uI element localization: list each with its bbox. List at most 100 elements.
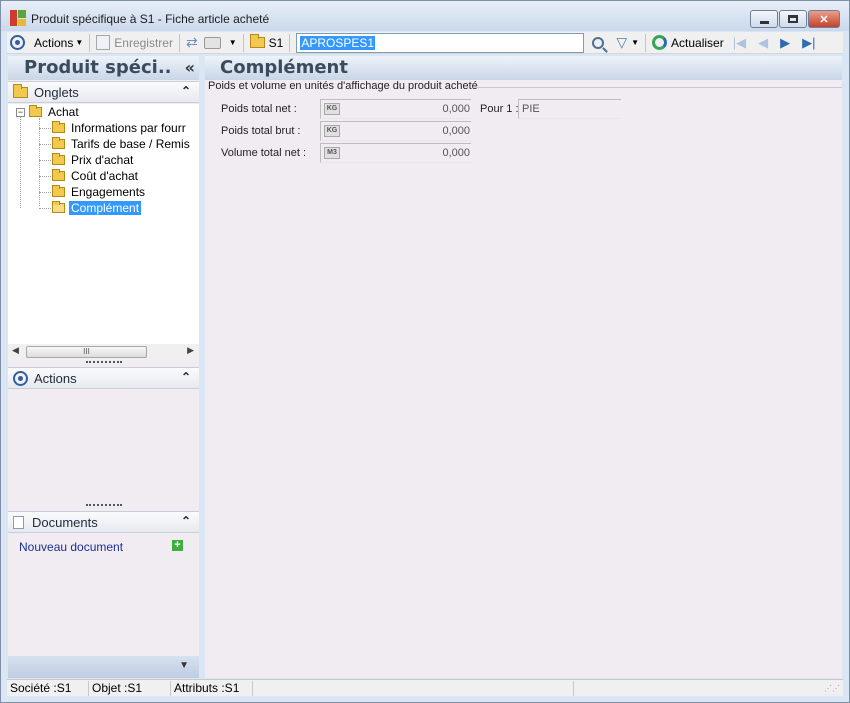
filter-icon: ▽ [616,34,628,50]
actions-section-header[interactable]: Actions ⌃ [8,367,199,389]
toolbar: Actions ▼ Enregistrer ⇄ ▼ S1 APROSPES1 ▽ ▼… [7,32,843,54]
tree-item-cout-achat[interactable]: Coût d'achat [52,168,140,184]
scroll-left-icon[interactable]: ◀ [12,345,19,356]
tree-item-label: Coût d'achat [71,169,139,183]
unit-badge: M3 [324,147,340,159]
expand-more-icon[interactable]: ▼ [179,660,189,671]
site-label: S1 [268,35,284,50]
minimize-icon [759,21,769,24]
application-window: Produit spécifique à S1 - Fiche article … [0,0,850,703]
folder-icon [52,121,65,133]
refresh-button[interactable]: Actualiser [649,32,727,54]
last-icon: ▶| [802,34,816,50]
maximize-icon [788,15,798,23]
save-button[interactable]: Enregistrer [93,32,176,54]
left-panel-header: Produit spéci.. « [8,56,199,80]
print-button[interactable]: ▼ [201,32,240,54]
per-unit-field: PIE [518,99,621,119]
folder-open-icon [29,105,42,117]
tree-horizontal-scrollbar[interactable]: ◀ III ▶ [8,344,199,360]
tree-item-label: Tarifs de base / Remis [71,137,190,151]
net-volume-label: Volume total net : [221,147,306,159]
resize-grip-icon[interactable]: ⋰⋰ [824,684,840,693]
code-value: APROSPES1 [300,35,376,50]
title-bar: Produit spécifique à S1 - Fiche article … [1,1,849,31]
actions-menu-icon-button[interactable] [7,32,28,54]
minimize-button[interactable] [750,10,778,28]
toolbar-separator [178,33,180,52]
net-weight-label: Poids total net : [221,103,297,115]
documents-section-header[interactable]: Documents ⌃ [8,511,199,533]
status-empty [253,681,574,696]
last-record-button[interactable]: ▶| [796,32,821,54]
tabs-tree: − Achat Informations par fourr Tarifs de… [8,104,199,344]
tree-node-achat[interactable]: − Achat [16,104,81,120]
scroll-right-icon[interactable]: ▶ [187,345,194,356]
search-icon [592,36,605,49]
tree-item-informations[interactable]: Informations par fourr [52,120,188,136]
tree-item-prix-achat[interactable]: Prix d'achat [52,152,135,168]
filter-button[interactable]: ▽ ▼ [613,32,642,54]
folder-icon [52,169,65,181]
collapse-panel-button[interactable]: « [185,56,195,80]
tree-item-tarifs[interactable]: Tarifs de base / Remis [52,136,192,152]
field-value: 0,000 [442,147,470,159]
search-button[interactable] [584,32,613,54]
collapse-section-icon[interactable]: ⌃ [181,514,191,528]
tabs-section-header[interactable]: Onglets ⌃ [8,81,199,103]
documents-section-title: Documents [32,514,98,530]
status-bar: Société :S1 Objet :S1 Attributs :S1 ⋰⋰ [7,679,843,696]
actions-section-body [8,390,199,508]
window-title: Produit spécifique à S1 - Fiche article … [31,12,270,26]
maximize-button[interactable] [779,10,807,28]
first-icon: |◀ [732,34,747,50]
actions-section-title: Actions [34,370,77,386]
scrollbar-thumb[interactable]: III [26,346,147,358]
save-icon [96,35,111,50]
group-divider [473,87,842,88]
new-document-link[interactable]: Nouveau document [19,540,123,554]
tree-item-engagements[interactable]: Engagements [52,184,147,200]
collapse-section-icon[interactable]: ⌃ [181,370,191,384]
chevron-down-icon: ▼ [75,38,84,47]
collapse-section-icon[interactable]: ⌃ [181,84,191,98]
splitter-grip[interactable] [86,361,122,364]
tree-item-complement[interactable]: Complément [52,200,142,216]
tree-item-label: Engagements [71,185,146,199]
sync-button[interactable]: ⇄ [183,32,201,54]
actions-menu-label: Actions [34,35,74,50]
folder-icon [52,153,65,165]
code-input[interactable]: APROSPES1 [296,32,585,53]
splitter-grip[interactable] [86,504,122,507]
folder-icon [52,137,65,149]
collapse-tree-icon[interactable]: − [16,107,25,117]
document-icon [13,515,24,529]
close-button[interactable]: ✕ [808,10,840,28]
net-weight-field: KG 0,000 [320,99,471,119]
refresh-label: Actualiser [671,35,724,50]
net-volume-field: M3 0,000 [320,143,471,163]
chevron-down-icon: ▼ [228,38,237,47]
window-controls: ✕ [750,10,840,28]
first-record-button[interactable]: |◀ [727,32,752,54]
actions-menu-button[interactable]: Actions ▼ [28,32,86,54]
add-document-icon[interactable]: + [172,540,183,551]
chevron-down-icon: ▼ [631,38,640,47]
left-panel: Produit spéci.. « Onglets ⌃ − Achat Info… [8,56,199,678]
tree-item-label: Informations par fourr [71,121,186,135]
toolbar-separator [242,33,244,52]
next-record-button[interactable]: ▶ [774,32,796,54]
tabs-section-title: Onglets [34,84,79,100]
main-panel: Complément Poids et volume en unités d'a… [205,56,842,678]
previous-record-button[interactable]: ◀ [752,32,774,54]
page-title: Complément [205,56,842,80]
actions-circle-icon [13,370,28,386]
folder-icon [52,185,65,197]
status-object: Objet :S1 [89,681,171,696]
site-selector[interactable]: S1 [247,32,287,54]
tree-item-label: Prix d'achat [71,153,134,167]
status-attributes: Attributs :S1 [171,681,253,696]
field-value: 0,000 [442,103,470,115]
left-panel-title: Produit spéci.. [24,57,172,78]
unit-badge: KG [324,103,340,115]
